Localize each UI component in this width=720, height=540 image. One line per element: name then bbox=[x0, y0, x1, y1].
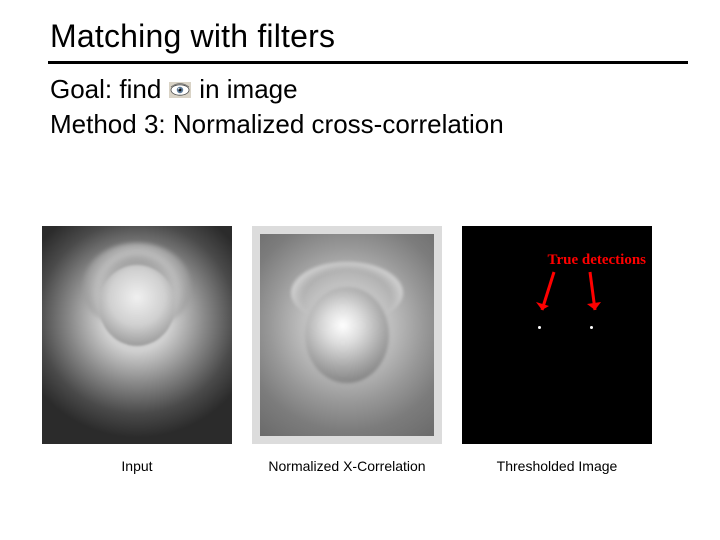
true-detections-label: True detections bbox=[548, 252, 646, 269]
detection-dot bbox=[538, 326, 541, 329]
slide-title: Matching with filters bbox=[50, 18, 690, 55]
thresh-caption: Thresholded Image bbox=[497, 458, 618, 474]
panel-input: Input bbox=[42, 226, 232, 474]
detection-dot bbox=[590, 326, 593, 329]
input-image bbox=[42, 226, 232, 444]
panel-thresh: True detections Thresholded Image bbox=[462, 226, 652, 474]
panel-xcorr: Normalized X-Correlation bbox=[252, 226, 442, 474]
arrow-icon bbox=[536, 270, 560, 320]
slide: Matching with filters Goal: find in imag… bbox=[0, 0, 720, 540]
panels-row: Input Normalized X-Correlation True dete… bbox=[42, 226, 652, 474]
eye-icon bbox=[169, 82, 191, 98]
goal-text-before: Goal: find bbox=[50, 74, 161, 105]
xcorr-caption: Normalized X-Correlation bbox=[268, 458, 425, 474]
goal-text-after: in image bbox=[199, 74, 297, 105]
method-line: Method 3: Normalized cross-correlation bbox=[50, 109, 690, 140]
title-rule bbox=[48, 61, 688, 64]
goal-line: Goal: find in image bbox=[50, 74, 690, 105]
arrow-icon bbox=[582, 270, 604, 320]
thresh-image: True detections bbox=[462, 226, 652, 444]
xcorr-image bbox=[252, 226, 442, 444]
input-caption: Input bbox=[121, 458, 152, 474]
